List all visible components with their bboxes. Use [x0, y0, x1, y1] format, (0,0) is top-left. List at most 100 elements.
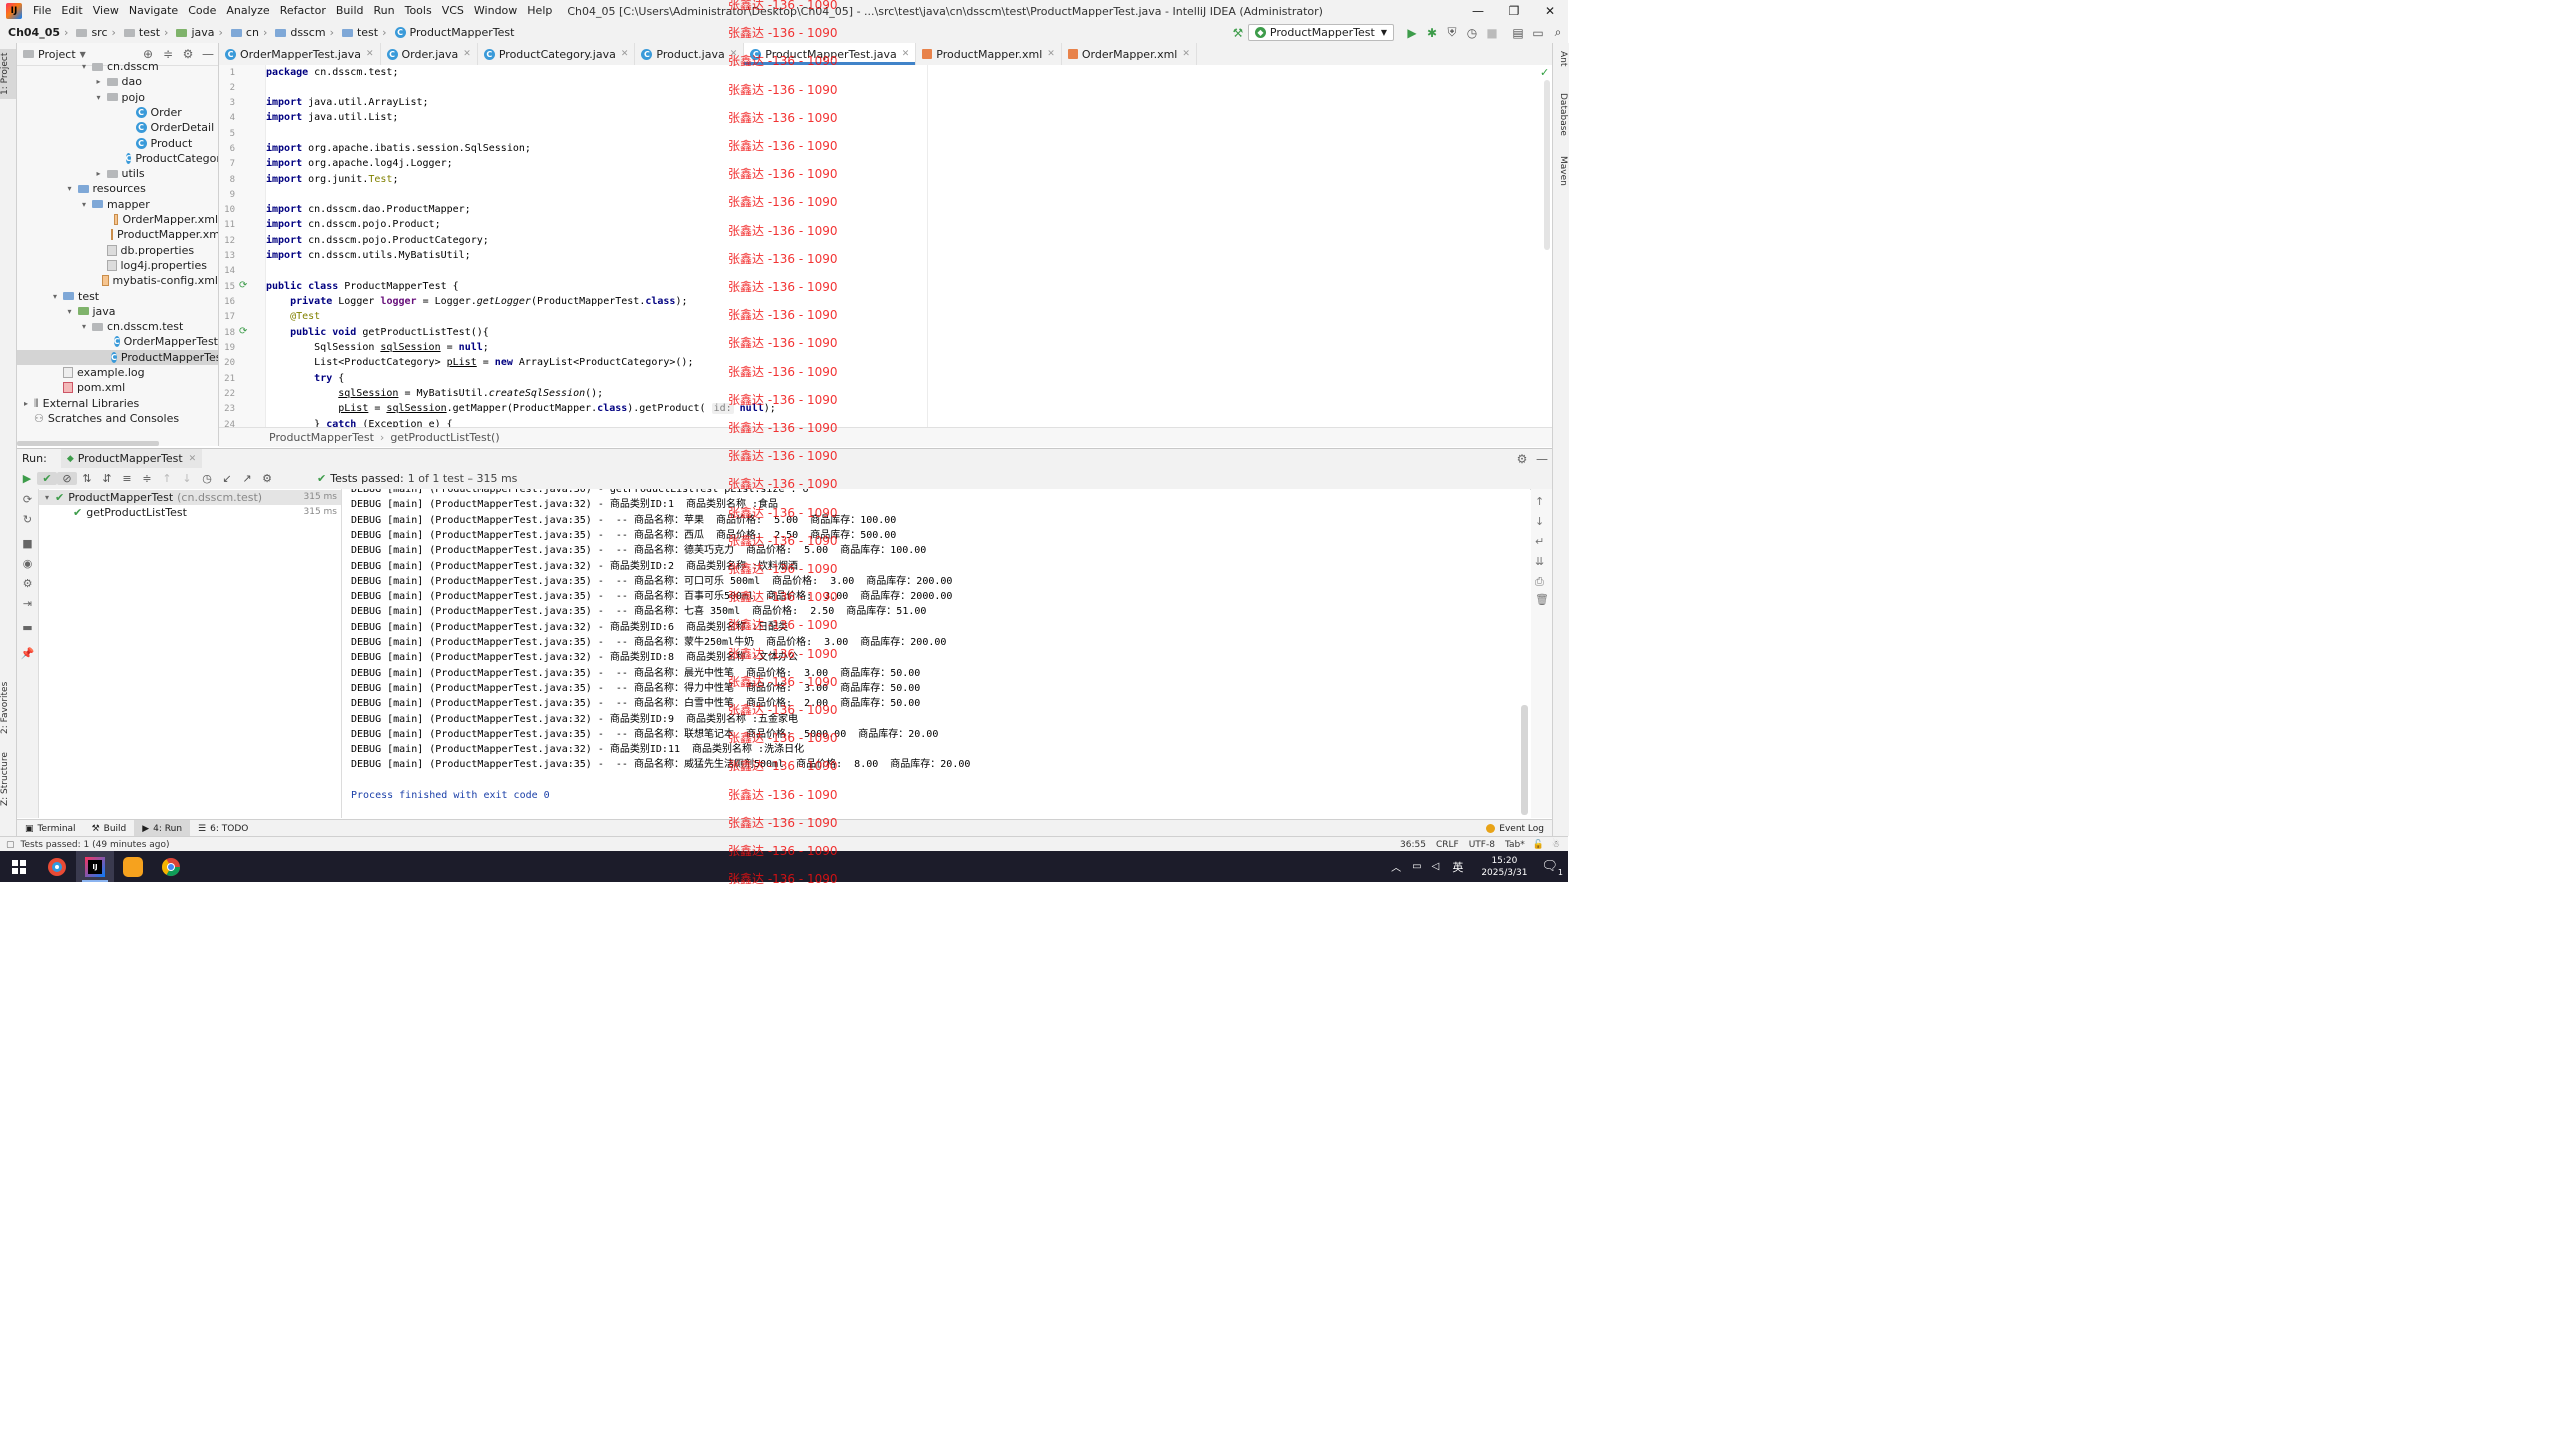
menu-view[interactable]: View [88, 0, 124, 22]
volume-icon[interactable]: ◁ [1432, 861, 1440, 872]
trash-icon[interactable]: 🗑 [1535, 593, 1549, 606]
favorites-tool-tab[interactable]: 2: Favorites [0, 673, 16, 743]
ime-indicator[interactable]: 英 [1452, 859, 1463, 875]
breadcrumb-item-ch04_05[interactable]: Ch04_05 › [6, 26, 74, 39]
tool-tab-build[interactable]: ⚒ Build [84, 820, 135, 837]
stop-icon[interactable]: ■ [20, 537, 35, 550]
project-structure-icon[interactable]: ▤ [1508, 26, 1528, 40]
tree-item-productcategory[interactable]: CProductCategory [17, 151, 218, 166]
line-number[interactable]: 3 [219, 98, 235, 108]
chevron-down-icon[interactable]: ▼ [80, 50, 86, 59]
line-number[interactable]: 1 [219, 68, 235, 78]
chevron-down-icon[interactable]: ▾ [79, 197, 89, 212]
search-everywhere-icon[interactable]: ⌕ [1548, 25, 1568, 40]
close-icon[interactable]: ✕ [189, 454, 197, 464]
tool-tab-6-todo[interactable]: ☰ 6: TODO [190, 820, 256, 837]
tree-item-orderdetail[interactable]: C OrderDetail [17, 120, 218, 135]
scroll-down-icon[interactable]: ↓ [1535, 515, 1544, 528]
pin-icon[interactable]: 📌 [20, 647, 35, 660]
line-number[interactable]: 2 [219, 83, 235, 93]
maven-tool-tab[interactable]: Maven [1554, 156, 1568, 201]
close-icon[interactable]: ✕ [463, 49, 471, 59]
line-number[interactable]: 19 [219, 343, 235, 353]
menu-refactor[interactable]: Refactor [275, 0, 331, 22]
expand-all-icon[interactable]: ≡ [117, 472, 137, 485]
chevron-right-icon[interactable]: ▸ [94, 74, 104, 89]
network-icon[interactable]: ▭ [1412, 861, 1421, 872]
editor-gutter[interactable]: 1 2 3 4 5 6 7 8 9 10 11 12 13 14 15 16 17 18 19 20 21 22 23 24 ⟳… [219, 65, 266, 427]
app-orange-icon[interactable] [114, 851, 152, 882]
tree-item-java[interactable]: ▾ java [17, 304, 218, 319]
chevron-down-icon[interactable]: ▾ [65, 181, 75, 196]
rerun-icon[interactable]: ▶ [17, 472, 37, 485]
line-number[interactable]: 22 [219, 389, 235, 399]
build-hammer-icon[interactable]: ⚒ [1228, 26, 1248, 40]
run-with-coverage-icon[interactable]: ⛨ [1442, 25, 1462, 40]
close-icon[interactable]: ✕ [902, 49, 910, 59]
menu-vcs[interactable]: VCS [437, 0, 469, 22]
chevron-down-icon[interactable]: ▾ [79, 59, 89, 74]
chevron-down-icon[interactable]: ▾ [50, 289, 60, 304]
layout-icon[interactable]: ▬ [20, 621, 35, 634]
project-scrollbar[interactable] [17, 441, 159, 446]
line-number[interactable]: 9 [219, 190, 235, 200]
menu-build[interactable]: Build [331, 0, 369, 22]
line-number[interactable]: 18 [219, 328, 235, 338]
debug-icon[interactable]: ✱ [1422, 26, 1442, 40]
tree-item-cn-dsscm[interactable]: ▾ cn.dsscm [17, 59, 218, 74]
breadcrumb-item-test[interactable]: test › [122, 26, 175, 39]
breadcrumb-item-cn[interactable]: cn › [229, 26, 273, 39]
clock[interactable]: 15:20 2025/3/31 [1481, 855, 1527, 879]
chevron-right-icon[interactable]: ▸ [21, 396, 31, 411]
line-separator[interactable]: CRLF [1436, 840, 1459, 850]
close-icon[interactable]: ✕ [1047, 49, 1055, 59]
breadcrumb-item-productmappertest[interactable]: C ProductMapperTest [393, 26, 517, 39]
print-icon[interactable]: ⎙ [1535, 575, 1544, 589]
indent-setting[interactable]: Tab* [1505, 840, 1525, 850]
editor-tab-productcategory-java[interactable]: C ProductCategory.java ✕ [478, 43, 636, 65]
scroll-up-icon[interactable]: ↑ [1535, 495, 1544, 508]
line-number[interactable]: 24 [219, 420, 235, 427]
app-pinwheel-icon[interactable] [38, 851, 76, 882]
tree-item-mapper[interactable]: ▾ mapper [17, 197, 218, 212]
close-icon[interactable]: ✕ [1182, 49, 1190, 59]
hide-panel-icon[interactable]: — [1532, 452, 1552, 466]
tree-item-cn-dsscm-test[interactable]: ▾ cn.dsscm.test [17, 319, 218, 334]
notification-icon[interactable]: 🗨 1 [1541, 859, 1563, 877]
export-tests-icon[interactable]: ↗ [237, 472, 257, 485]
line-number[interactable]: 20 [219, 358, 235, 368]
project-tool-tab[interactable]: 1: Project [0, 49, 16, 99]
tree-item-productmappertest[interactable]: C ProductMapperTest [17, 349, 218, 365]
code-editor[interactable]: 1 2 3 4 5 6 7 8 9 10 11 12 13 14 15 16 17 18 19 20 21 22 23 24 ⟳… [219, 65, 1552, 427]
camera-icon[interactable]: ◉ [20, 557, 35, 570]
tree-item-dao[interactable]: ▸ dao [17, 74, 218, 89]
line-number[interactable]: 5 [219, 129, 235, 139]
no-problems-check-icon[interactable]: ✓ [1540, 66, 1549, 79]
tree-item-productmapper-xml[interactable]: ProductMapper.xml [17, 227, 218, 242]
run-test-gutter-icon[interactable]: ⟳ [239, 280, 247, 291]
console-output[interactable]: DEBUG [main] (ProductMapperTest.java:30)… [342, 489, 1530, 818]
chevron-down-icon[interactable]: ▾ [39, 490, 55, 505]
breadcrumb-item-java[interactable]: java › [174, 26, 228, 39]
caret-position[interactable]: 36:55 [1400, 840, 1426, 850]
profile-icon[interactable]: ◷ [1462, 26, 1482, 40]
menu-help[interactable]: Help [522, 0, 557, 22]
tree-item-log4j-properties[interactable]: log4j.properties [17, 258, 218, 273]
tree-item-ordermapper-xml[interactable]: OrderMapper.xml [17, 212, 218, 227]
test-case-row[interactable]: ✔ getProductListTest 315 ms [39, 505, 341, 520]
line-number[interactable]: 6 [219, 144, 235, 154]
line-number[interactable]: 15 [219, 282, 235, 292]
line-number[interactable]: 12 [219, 236, 235, 246]
status-layout-icon[interactable]: ▢ [6, 840, 15, 850]
menu-edit[interactable]: Edit [56, 0, 87, 22]
ant-tool-tab[interactable]: Ant [1554, 51, 1568, 79]
sdk-icon[interactable]: ▭ [1528, 26, 1548, 40]
line-number[interactable]: 21 [219, 374, 235, 384]
run-tab[interactable]: ◆ ProductMapperTest ✕ [60, 449, 203, 468]
toggle-auto-test-icon[interactable]: ↻ [20, 513, 35, 526]
line-number[interactable]: 14 [219, 266, 235, 276]
breadcrumb-item-src[interactable]: src › [74, 26, 121, 39]
intellij-taskbar-icon[interactable]: IJ [76, 851, 114, 882]
line-number[interactable]: 8 [219, 175, 235, 185]
gear-icon[interactable]: ⚙ [1512, 452, 1532, 466]
